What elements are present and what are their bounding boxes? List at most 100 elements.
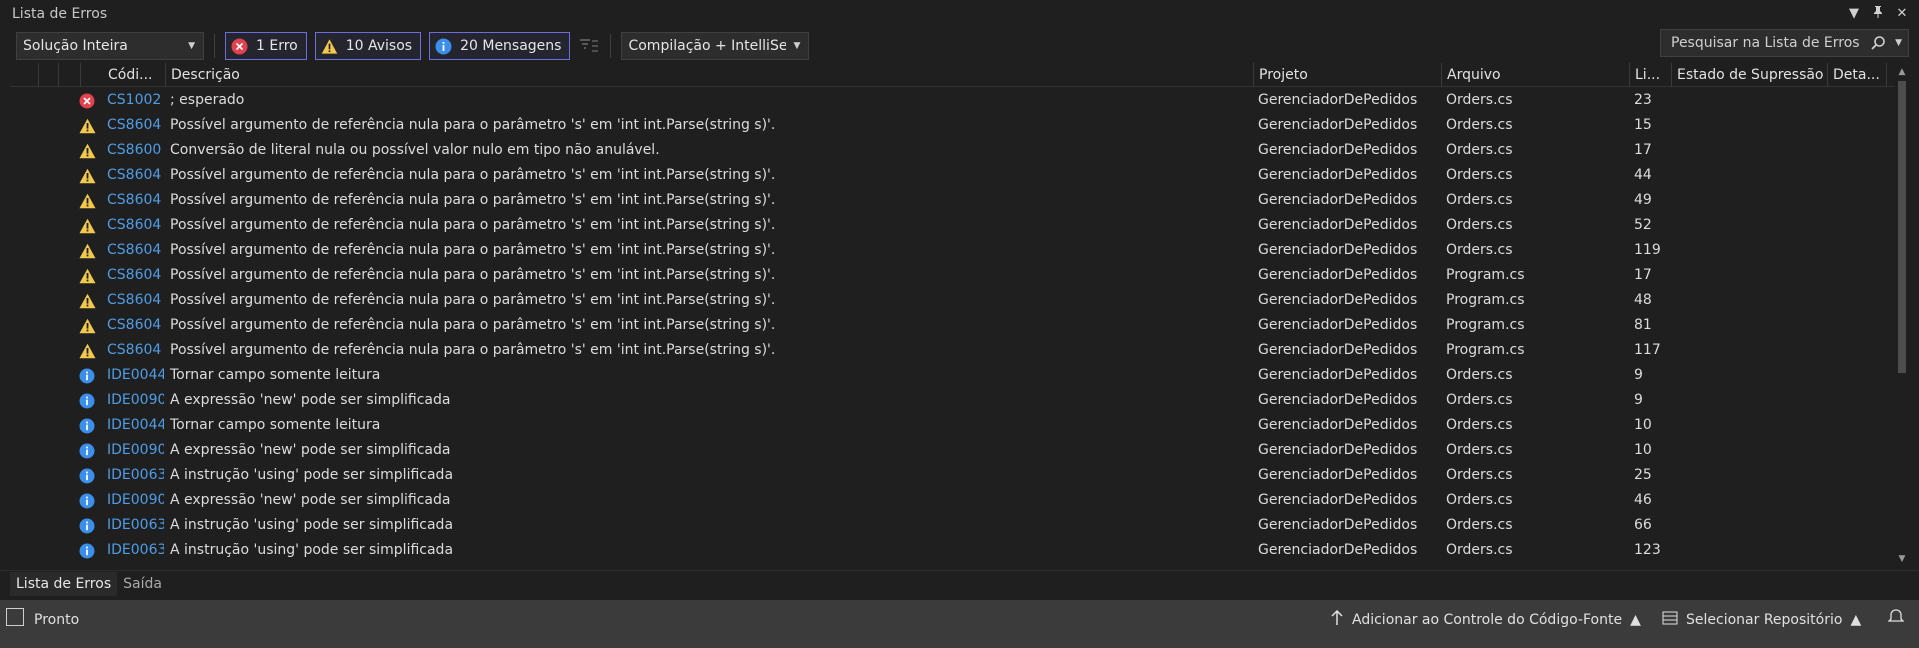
chevron-down-icon[interactable]: ▼ [1895, 38, 1902, 48]
tab-error-list[interactable]: Lista de Erros [10, 572, 118, 596]
row-project: GerenciadorDePedidos [1258, 267, 1418, 283]
pin-icon[interactable] [1871, 5, 1885, 23]
table-row[interactable]: CS8604 Possível argumento de referência n… [10, 238, 1897, 263]
add-to-source-control-button[interactable]: Adicionar ao Controle do Código-Fonte ▲ [1330, 609, 1641, 630]
header-select-column[interactable] [10, 63, 38, 87]
search-icon[interactable] [1870, 35, 1886, 55]
header-line[interactable]: Li... [1629, 63, 1671, 87]
build-intellisense-dropdown[interactable]: Compilação + IntelliSense ▼ [621, 32, 810, 60]
row-suppression-state [1671, 263, 1827, 288]
row-code[interactable]: CS8600 [102, 138, 164, 163]
table-row[interactable]: CS8604 Possível argumento de referência n… [10, 313, 1897, 338]
row-file: Orders.cs [1446, 192, 1513, 208]
header-file[interactable]: Arquivo [1441, 63, 1629, 87]
table-row[interactable]: CS8604 Possível argumento de referência n… [10, 338, 1897, 363]
table-row[interactable]: IDE0063 A instrução 'using' pode ser simp… [10, 538, 1897, 563]
header-suppress-column[interactable] [38, 63, 58, 87]
table-row[interactable]: CS8604 Possível argumento de referência n… [10, 263, 1897, 288]
row-description: Tornar campo somente leitura [170, 417, 381, 433]
table-row[interactable]: CS8604 Possível argumento de referência n… [10, 113, 1897, 138]
row-code[interactable]: IDE0090 [102, 388, 164, 413]
status-square-icon [6, 608, 24, 626]
row-details [1827, 413, 1887, 438]
select-repository-button[interactable]: Selecionar Repositório ▲ [1662, 610, 1861, 630]
header-code[interactable]: Códi... [80, 63, 165, 87]
table-row[interactable]: IDE0044 Tornar campo somente leitura Geren… [10, 363, 1897, 388]
header-severity-column[interactable] [58, 63, 80, 87]
table-row[interactable]: IDE0063 A instrução 'using' pode ser simp… [10, 513, 1897, 538]
header-details[interactable]: Deta... [1827, 63, 1887, 87]
row-suppression-state [1671, 338, 1827, 363]
tab-output[interactable]: Saída [117, 572, 168, 596]
table-row[interactable]: IDE0090 A expressão 'new' pode ser simpli… [10, 438, 1897, 463]
scope-dropdown[interactable]: Solução Inteira ▼ [16, 32, 204, 60]
table-row[interactable]: IDE0090 A expressão 'new' pode ser simpli… [10, 388, 1897, 413]
scrollbar-thumb[interactable] [1898, 81, 1906, 373]
row-code[interactable]: CS8604 [102, 338, 164, 363]
row-description: Tornar campo somente leitura [170, 367, 381, 383]
row-line: 9 [1634, 392, 1643, 408]
table-row[interactable]: CS8604 Possível argumento de referência n… [10, 288, 1897, 313]
header-project[interactable]: Projeto [1253, 63, 1441, 87]
row-project: GerenciadorDePedidos [1258, 342, 1418, 358]
table-row[interactable]: CS1002 ; esperado GerenciadorDePedidos Orde… [10, 88, 1897, 113]
row-code[interactable]: IDE0063 [102, 463, 164, 488]
table-row[interactable]: CS8604 Possível argumento de referência n… [10, 213, 1897, 238]
notifications-bell-icon[interactable] [1887, 608, 1905, 630]
row-code[interactable]: CS1002 [102, 88, 164, 113]
row-file: Orders.cs [1446, 117, 1513, 133]
row-code[interactable]: CS8604 [102, 213, 164, 238]
row-code[interactable]: CS8604 [102, 113, 164, 138]
warnings-filter-button[interactable]: 10 Avisos [314, 32, 422, 60]
row-file: Orders.cs [1446, 517, 1513, 533]
warning-triangle-icon [76, 213, 98, 238]
messages-filter-label: 20 Mensagens [460, 38, 562, 54]
table-row[interactable]: CS8604 Possível argumento de referência n… [10, 163, 1897, 188]
window-options-dropdown-icon[interactable]: ▼ [1847, 6, 1861, 21]
row-file: Orders.cs [1446, 492, 1513, 508]
row-code[interactable]: IDE0044 [102, 413, 164, 438]
row-code[interactable]: IDE0090 [102, 488, 164, 513]
error-circle-x-icon [231, 38, 248, 55]
table-row[interactable]: IDE0063 A instrução 'using' pode ser simp… [10, 463, 1897, 488]
row-code[interactable]: CS8604 [102, 163, 164, 188]
search-input[interactable] [1669, 34, 1869, 52]
repository-icon [1662, 610, 1678, 630]
row-suppression-state [1671, 88, 1827, 113]
row-line: 123 [1634, 542, 1661, 558]
header-description[interactable]: Descrição [165, 63, 1253, 87]
row-line: 46 [1634, 492, 1652, 508]
row-code[interactable]: CS8604 [102, 313, 164, 338]
row-line: 44 [1634, 167, 1652, 183]
warning-triangle-icon [76, 238, 98, 263]
close-icon[interactable]: ✕ [1895, 6, 1909, 21]
row-line: 15 [1634, 117, 1652, 133]
header-suppression-state[interactable]: Estado de Supressão [1671, 63, 1827, 87]
table-row[interactable]: IDE0044 Tornar campo somente leitura Geren… [10, 413, 1897, 438]
row-code[interactable]: IDE0063 [102, 538, 164, 563]
messages-filter-button[interactable]: 20 Mensagens [429, 32, 571, 60]
row-code[interactable]: CS8604 [102, 263, 164, 288]
table-row[interactable]: CS8604 Possível argumento de referência n… [10, 188, 1897, 213]
toolbar-separator [214, 34, 215, 58]
row-file: Orders.cs [1446, 92, 1513, 108]
errors-filter-button[interactable]: 1 Erro [225, 32, 307, 60]
row-code[interactable]: CS8604 [102, 288, 164, 313]
table-row[interactable]: CS8600 Conversão de literal nula ou possí… [10, 138, 1897, 163]
row-code[interactable]: CS8604 [102, 238, 164, 263]
scroll-up-icon[interactable]: ▲ [1895, 65, 1909, 79]
row-project: GerenciadorDePedidos [1258, 492, 1418, 508]
scroll-down-icon[interactable]: ▼ [1895, 552, 1909, 566]
vertical-scrollbar[interactable]: ▲ ▼ [1895, 63, 1909, 568]
search-box[interactable]: ▼ [1660, 29, 1909, 57]
row-code[interactable]: IDE0090 [102, 438, 164, 463]
chevron-up-icon: ▲ [1630, 612, 1641, 628]
row-project: GerenciadorDePedidos [1258, 442, 1418, 458]
row-project: GerenciadorDePedidos [1258, 92, 1418, 108]
filter-icon[interactable] [578, 35, 600, 57]
row-code[interactable]: IDE0044 [102, 363, 164, 388]
row-code[interactable]: IDE0063 [102, 513, 164, 538]
row-code[interactable]: CS8604 [102, 188, 164, 213]
row-project: GerenciadorDePedidos [1258, 367, 1418, 383]
table-row[interactable]: IDE0090 A expressão 'new' pode ser simpli… [10, 488, 1897, 513]
